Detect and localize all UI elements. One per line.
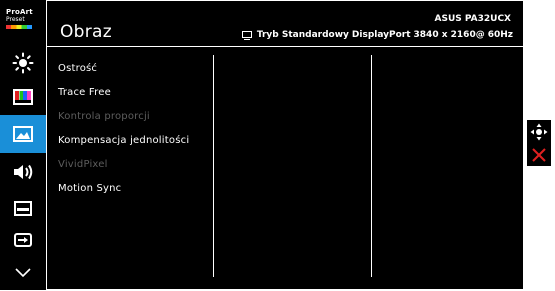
- input-label: DisplayPort: [351, 30, 411, 40]
- sidebar-item-more[interactable]: [0, 253, 46, 291]
- sidebar-item-image[interactable]: [0, 115, 46, 153]
- mode-label: Tryb Standardowy: [256, 30, 349, 40]
- resolution-label: 3840 x 2160@: [413, 30, 485, 40]
- panel-border-left: [46, 0, 47, 290]
- monitor-icon: [241, 31, 252, 40]
- pip-icon: [14, 201, 32, 216]
- menu-item-motion-sync[interactable]: Motion Sync: [58, 183, 121, 194]
- close-button[interactable]: [527, 143, 551, 166]
- refresh-label: 60Hz: [487, 30, 513, 40]
- panel-border-top: [46, 0, 523, 1]
- column-divider-1: [213, 55, 214, 277]
- menu-item-trace-free[interactable]: Trace Free: [58, 87, 111, 98]
- sidebar-item-brightness[interactable]: [0, 44, 46, 82]
- color-bars-icon: [13, 89, 33, 105]
- osd-window: ProArt Preset Obraz ASUS PA32UCX Tryb St…: [0, 0, 523, 290]
- logo-color-bar: [6, 25, 32, 29]
- proart-preset-logo[interactable]: ProArt Preset: [6, 9, 40, 41]
- sidebar-item-color[interactable]: [0, 78, 46, 116]
- close-icon: [532, 147, 546, 162]
- joystick-icon: [530, 123, 548, 140]
- logo-text-preset: Preset: [6, 16, 25, 23]
- input-select-icon: [14, 233, 32, 247]
- navigate-button[interactable]: [527, 120, 551, 143]
- status-bar: Tryb Standardowy DisplayPort 3840 x 2160…: [241, 30, 513, 40]
- menu-item-uniformity-compensation[interactable]: Kompensacja jednolitości: [58, 135, 189, 146]
- sidebar: ProArt Preset: [0, 0, 46, 290]
- menu-item-sharpness[interactable]: Ostrość: [58, 63, 97, 74]
- column-divider-2: [371, 55, 372, 277]
- navigation-controls: [527, 120, 551, 166]
- menu-item-vividpixel: VividPixel: [58, 159, 108, 170]
- main-panel: Obraz ASUS PA32UCX Tryb Standardowy Disp…: [46, 0, 523, 290]
- model-name: ASUS PA32UCX: [434, 14, 511, 24]
- sidebar-item-sound[interactable]: [0, 153, 46, 191]
- header-divider: [46, 46, 523, 47]
- brightness-icon: [12, 52, 34, 74]
- menu-item-aspect-control: Kontrola proporcji: [58, 111, 150, 122]
- logo-text-proart: ProArt: [6, 8, 33, 16]
- speaker-icon: [14, 164, 33, 180]
- page-title: Obraz: [60, 22, 113, 42]
- chevron-down-icon: [15, 268, 31, 278]
- image-icon: [13, 126, 33, 142]
